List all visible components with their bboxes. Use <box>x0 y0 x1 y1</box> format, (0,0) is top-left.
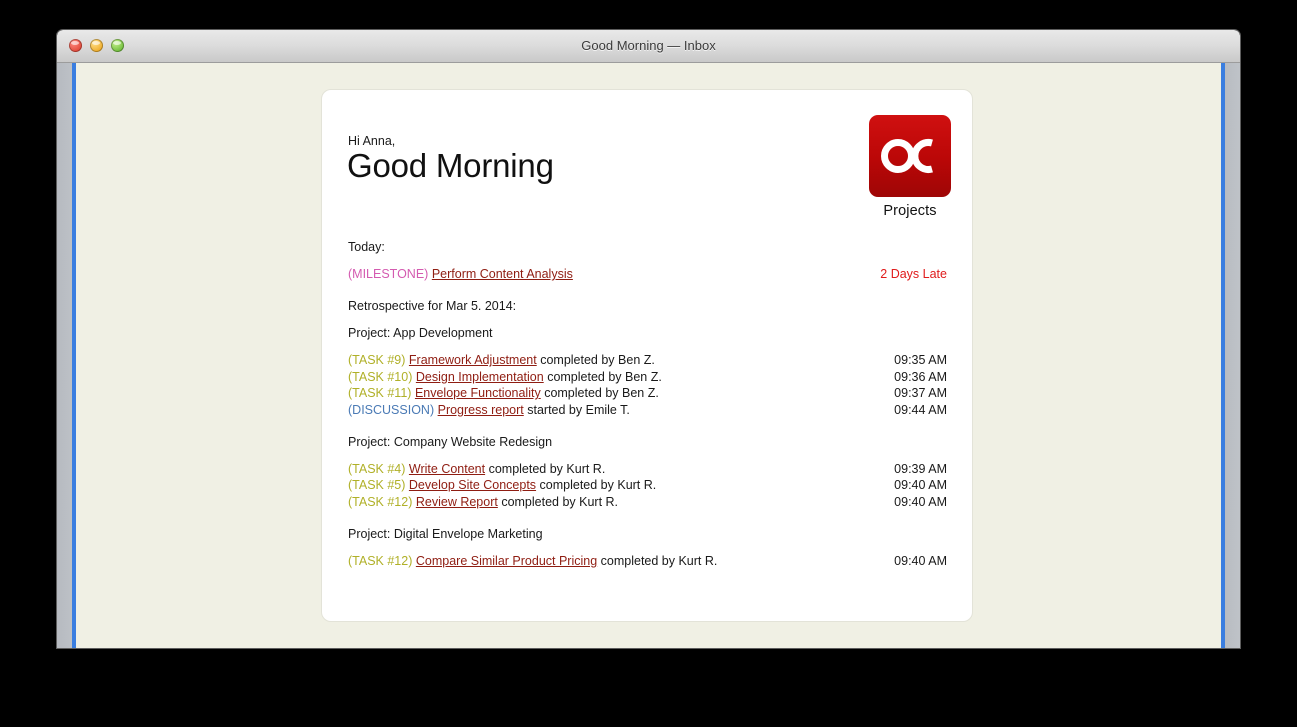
activity-actor: started by Emile T. <box>523 402 630 417</box>
email-body: Today: (MILESTONE) Perform Content Analy… <box>348 239 947 570</box>
activity-type-tag: (TASK #4) <box>348 462 406 477</box>
activity-actor: completed by Kurt R. <box>485 462 606 477</box>
logo-caption: Projects <box>883 203 937 219</box>
activity-timestamp: 09:40 AM <box>894 554 947 569</box>
activity-item-link[interactable]: Perform Content Analysis <box>432 267 573 281</box>
window-titlebar[interactable]: Good Morning — Inbox <box>57 30 1240 63</box>
activity-description: (TASK #9) Framework Adjustment completed… <box>348 352 882 368</box>
activity-type-tag: (TASK #12) <box>348 494 413 509</box>
activity-item-link[interactable]: Framework Adjustment <box>409 353 537 367</box>
mail-window: Good Morning — Inbox Projects Hi Anna, G… <box>57 30 1240 648</box>
activity-description: (DISCUSSION) Progress report started by … <box>348 402 882 418</box>
activity-actor: completed by Kurt R. <box>597 554 718 569</box>
activity-type-tag: (MILESTONE) <box>348 267 429 281</box>
activity-type-tag: (DISCUSSION) <box>348 402 435 417</box>
activity-row: (DISCUSSION) Progress report started by … <box>348 402 947 418</box>
activity-actor: completed by Ben Z. <box>536 353 655 368</box>
activity-description: (TASK #11) Envelope Functionality comple… <box>348 385 882 401</box>
activity-description: (MILESTONE) Perform Content Analysis <box>348 266 868 282</box>
activity-item-link[interactable]: Review Report <box>416 495 498 509</box>
activity-row: (TASK #12) Review Report completed by Ku… <box>348 494 947 510</box>
activity-row: (TASK #12) Compare Similar Product Prici… <box>348 553 947 569</box>
activity-row: (MILESTONE) Perform Content Analysis 2 Da… <box>348 266 947 282</box>
project-section: Project: App Development (TASK #9) Framew… <box>348 325 947 418</box>
activity-description: (TASK #10) Design Implementation complet… <box>348 369 882 385</box>
activity-timestamp: 09:35 AM <box>894 353 947 368</box>
project-section: Project: Company Website Redesign (TASK #… <box>348 434 947 510</box>
page-title: Good Morning <box>347 147 554 184</box>
activity-item-link[interactable]: Envelope Functionality <box>415 386 541 400</box>
window-title: Good Morning — Inbox <box>581 38 716 53</box>
activity-timestamp: 09:44 AM <box>894 402 947 417</box>
right-accent-bar <box>1221 63 1225 648</box>
activity-description: (TASK #5) Develop Site Concepts complete… <box>348 477 882 493</box>
activity-description: (TASK #4) Write Content completed by Kur… <box>348 461 882 477</box>
email-card: Projects Hi Anna, Good Morning Today: (M… <box>321 89 973 622</box>
activity-type-tag: (TASK #9) <box>348 353 406 368</box>
message-viewer: Projects Hi Anna, Good Morning Today: (M… <box>57 63 1240 648</box>
project-list: Project: App Development (TASK #9) Framew… <box>348 325 947 569</box>
activity-row: (TASK #10) Design Implementation complet… <box>348 369 947 385</box>
brand-logo: Projects <box>869 115 951 219</box>
activecollab-logo-icon <box>869 115 951 197</box>
project-section: Project: Digital Envelope Marketing (TASK… <box>348 526 947 569</box>
activity-item-link[interactable]: Progress report <box>438 403 524 417</box>
project-title: Project: Digital Envelope Marketing <box>348 527 543 542</box>
activity-timestamp: 09:37 AM <box>894 386 947 401</box>
left-accent-bar <box>72 63 76 648</box>
activity-timestamp: 09:39 AM <box>894 462 947 477</box>
project-title: Project: Company Website Redesign <box>348 435 553 450</box>
greeting-text: Hi Anna, <box>348 134 396 148</box>
activity-type-tag: (TASK #11) <box>348 386 412 401</box>
activity-timestamp: 09:40 AM <box>894 494 947 509</box>
retrospective-label: Retrospective for Mar 5. 2014: <box>348 299 517 314</box>
activity-type-tag: (TASK #10) <box>348 369 413 384</box>
activity-actor: completed by Kurt R. <box>497 494 619 509</box>
activity-item-link[interactable]: Write Content <box>409 462 485 476</box>
activity-type-tag: (TASK #5) <box>348 478 406 493</box>
today-label: Today: <box>348 240 385 254</box>
activity-description: (TASK #12) Compare Similar Product Prici… <box>348 553 882 569</box>
today-list: (MILESTONE) Perform Content Analysis 2 Da… <box>348 266 947 282</box>
activity-timestamp: 09:36 AM <box>894 369 947 384</box>
activity-actor: completed by Ben Z. <box>543 369 662 384</box>
activity-item-link[interactable]: Compare Similar Product Pricing <box>416 554 597 568</box>
activity-type-tag: (TASK #12) <box>348 554 413 569</box>
activity-row: (TASK #9) Framework Adjustment completed… <box>348 352 947 368</box>
activity-row: (TASK #4) Write Content completed by Kur… <box>348 461 947 477</box>
activity-row: (TASK #11) Envelope Functionality comple… <box>348 385 947 401</box>
overdue-badge: 2 Days Late <box>880 267 947 281</box>
project-title: Project: App Development <box>348 326 493 341</box>
activity-timestamp: 09:40 AM <box>894 478 947 493</box>
activity-row: (TASK #5) Develop Site Concepts complete… <box>348 477 947 493</box>
activity-item-link[interactable]: Design Implementation <box>416 370 544 384</box>
activity-actor: completed by Kurt R. <box>536 478 657 493</box>
activity-actor: completed by Ben Z. <box>540 386 659 401</box>
activity-description: (TASK #12) Review Report completed by Ku… <box>348 494 882 510</box>
activity-item-link[interactable]: Develop Site Concepts <box>409 478 536 492</box>
